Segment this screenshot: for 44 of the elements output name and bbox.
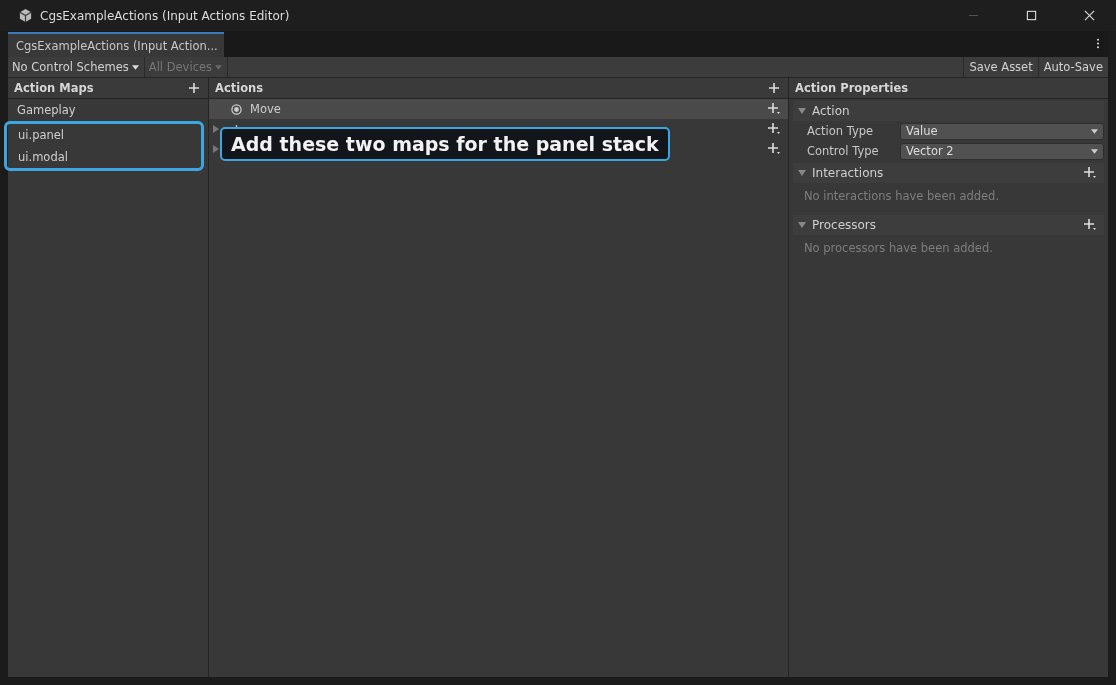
add-icon[interactable] (769, 83, 779, 93)
add-binding-icon[interactable] (768, 123, 780, 135)
action-name: Move (250, 102, 281, 116)
collapse-triangle-icon (798, 108, 806, 114)
empty-message: No processors have been added. (803, 240, 994, 257)
panel-title: Action Properties (795, 81, 909, 95)
close-icon[interactable] (1084, 10, 1095, 21)
more-options-icon[interactable] (1096, 38, 1100, 49)
add-binding-icon[interactable] (768, 143, 780, 155)
section-header[interactable]: Action (793, 101, 1104, 121)
add-icon[interactable] (1084, 167, 1096, 179)
empty-message: No interactions have been added. (803, 188, 1001, 205)
caret-icon (1091, 148, 1098, 154)
panel-title: Actions (215, 81, 264, 95)
auto-save-button[interactable]: Auto-Save (1037, 57, 1108, 77)
expand-arrow-icon[interactable] (213, 125, 219, 133)
section-header[interactable]: Interactions (793, 163, 1104, 183)
add-icon[interactable] (189, 83, 199, 93)
caret-icon (131, 64, 139, 70)
save-asset-button[interactable]: Save Asset (963, 57, 1038, 77)
callout-tooltip: Add these two maps for the panel stack (220, 127, 670, 161)
field-label: Action Type (807, 124, 875, 138)
action-map-item[interactable]: ui.panel (9, 124, 201, 146)
collapse-triangle-icon (798, 222, 806, 228)
action-map-item[interactable]: ui.modal (9, 146, 201, 168)
expand-arrow-icon[interactable] (213, 145, 219, 153)
control-schemes-dropdown[interactable]: No Control Schemes (8, 57, 145, 77)
radio-icon (231, 103, 242, 115)
add-icon[interactable] (1084, 219, 1096, 231)
add-binding-icon[interactable] (768, 103, 780, 115)
collapse-triangle-icon (798, 170, 806, 176)
panel-title: Action Maps (14, 81, 94, 95)
unity-cube-icon (18, 8, 33, 23)
editor-tab[interactable]: CgsExampleActions (Input Action... (8, 32, 224, 57)
selected-action-row[interactable]: Move (209, 99, 788, 119)
dropdown-field[interactable]: Vector 2 (900, 142, 1104, 160)
caret-icon (215, 64, 222, 70)
maximize-icon[interactable] (1026, 10, 1037, 21)
field-label: Control Type (807, 144, 880, 158)
action-map-item[interactable]: Gameplay (8, 99, 208, 121)
section-header[interactable]: Processors (793, 215, 1104, 235)
caret-icon (1091, 128, 1098, 134)
window-title: CgsExampleActions (Input Actions Editor) (40, 8, 290, 23)
dropdown-field[interactable]: Value (900, 122, 1104, 140)
